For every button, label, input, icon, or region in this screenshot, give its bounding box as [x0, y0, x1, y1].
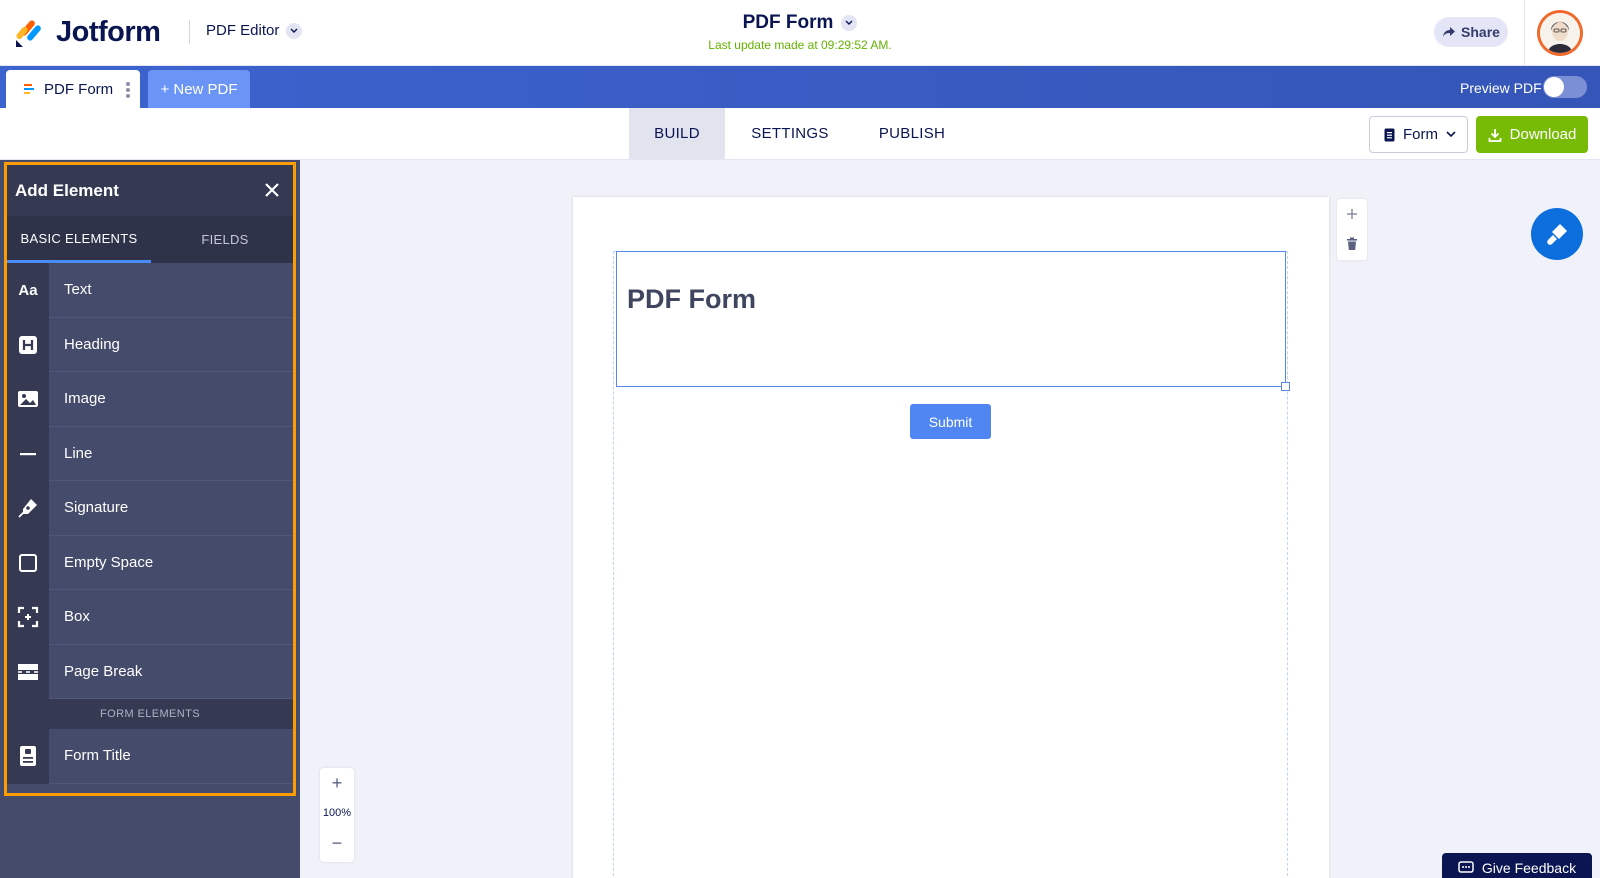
line-icon [7, 426, 49, 481]
zoom-level: 100% [322, 807, 352, 819]
form-title-icon [7, 729, 49, 784]
app-switcher[interactable]: PDF Editor [206, 22, 303, 39]
add-page-icon[interactable] [1337, 199, 1367, 229]
empty-space-icon [7, 535, 49, 590]
give-feedback-label: Give Feedback [1481, 860, 1577, 876]
tab-publish[interactable]: PUBLISH [868, 108, 956, 159]
element-text[interactable]: Aa Text [7, 263, 293, 318]
give-feedback-button[interactable]: Give Feedback [1442, 853, 1592, 878]
tab-build[interactable]: BUILD [629, 108, 725, 159]
form-title-block[interactable]: PDF Form [616, 251, 1290, 391]
zoom-in-button[interactable]: + [320, 768, 354, 798]
user-avatar[interactable] [1537, 10, 1583, 56]
header-separator [1524, 0, 1525, 66]
element-list: Aa Text Heading Image Line Signature Emp… [7, 263, 293, 784]
feedback-chat-icon [1458, 861, 1474, 873]
box-icon [7, 590, 49, 645]
share-label: Share [1461, 24, 1500, 40]
element-form-title[interactable]: Form Title [7, 729, 293, 784]
chevron-down-icon [841, 15, 858, 31]
form-elements-section-title: FORM ELEMENTS [7, 699, 293, 729]
element-page-break[interactable]: Page Break [7, 644, 293, 699]
document-title[interactable]: PDF Form [743, 12, 858, 34]
element-label: Heading [49, 318, 293, 372]
form-select-value: Form [1403, 126, 1438, 143]
builder-nav: BUILD SETTINGS PUBLISH [0, 108, 1600, 160]
trash-icon[interactable] [1337, 229, 1367, 259]
element-signature[interactable]: Signature [7, 481, 293, 536]
chevron-down-icon [1446, 131, 1456, 138]
header-divider [189, 20, 190, 44]
form-title-text[interactable]: PDF Form [627, 284, 756, 315]
logo-text: Jotform [56, 16, 161, 48]
document-tab-bar: PDF Form + New PDF [0, 66, 1600, 108]
element-label: Empty Space [49, 536, 293, 590]
element-empty-space[interactable]: Empty Space [7, 535, 293, 590]
new-pdf-button[interactable]: + New PDF [148, 70, 250, 108]
top-header: Jotform PDF Editor PDF Form Last update … [0, 0, 1600, 66]
add-element-panel: Add Element BASIC ELEMENTS FIELDS Aa Tex… [4, 162, 296, 796]
share-button[interactable]: Share [1434, 17, 1508, 47]
zoom-control: + 100% − [320, 768, 354, 862]
download-icon [1488, 128, 1502, 142]
close-icon[interactable] [261, 179, 283, 201]
panel-tabs: BASIC ELEMENTS FIELDS [7, 216, 293, 263]
element-label: Line [49, 427, 293, 481]
avatar-icon [1540, 13, 1580, 53]
tab-basic-elements[interactable]: BASIC ELEMENTS [7, 216, 151, 263]
share-arrow-icon [1443, 27, 1456, 37]
download-button[interactable]: Download [1476, 116, 1588, 153]
element-box[interactable]: Box [7, 590, 293, 645]
paint-roller-icon [1547, 224, 1567, 245]
element-label: Box [49, 590, 293, 645]
page-tools [1337, 199, 1367, 260]
jotform-logo[interactable]: Jotform [14, 16, 161, 49]
element-label: Signature [49, 481, 293, 536]
zoom-out-button[interactable]: − [320, 828, 354, 858]
image-icon [7, 372, 49, 427]
element-label: Image [49, 372, 293, 427]
tab-settings[interactable]: SETTINGS [740, 108, 840, 159]
element-image[interactable]: Image [7, 372, 293, 427]
document-title-text: PDF Form [742, 12, 834, 33]
element-heading[interactable]: Heading [7, 317, 293, 372]
resize-handle[interactable] [1281, 382, 1290, 391]
text-aa-icon: Aa [7, 263, 49, 318]
document-icon [1384, 128, 1395, 141]
element-line[interactable]: Line [7, 426, 293, 481]
design-tools-button[interactable] [1531, 208, 1583, 260]
tab-fields[interactable]: FIELDS [151, 216, 293, 263]
download-label: Download [1509, 126, 1577, 143]
jotform-logo-icon [14, 18, 44, 48]
tab-options-kebab-icon[interactable] [126, 82, 130, 100]
panel-title: Add Element [15, 180, 119, 200]
element-label: Page Break [49, 645, 293, 699]
document-title-area: PDF Form Last update made at 09:29:52 AM… [600, 12, 1000, 52]
tab-pdf-form-label: PDF Form [44, 80, 114, 98]
last-update-status: Last update made at 09:29:52 AM. [708, 38, 892, 52]
element-label: Text [49, 263, 293, 318]
form-mode-select[interactable]: Form [1369, 116, 1468, 153]
pdf-form-doc-icon [24, 84, 34, 94]
preview-pdf-toggle[interactable] [1543, 76, 1587, 98]
preview-pdf-label: Preview PDF [1460, 80, 1542, 96]
app-switcher-label: PDF Editor [206, 22, 280, 39]
signature-pen-icon [7, 481, 49, 536]
submit-button[interactable]: Submit [910, 404, 991, 439]
element-label: Form Title [49, 729, 293, 784]
toggle-knob [1544, 77, 1564, 97]
page-break-icon [7, 644, 49, 699]
chevron-down-icon [286, 22, 303, 39]
tab-pdf-form[interactable]: PDF Form [6, 70, 140, 108]
heading-icon [7, 317, 49, 372]
panel-header: Add Element [7, 165, 293, 216]
